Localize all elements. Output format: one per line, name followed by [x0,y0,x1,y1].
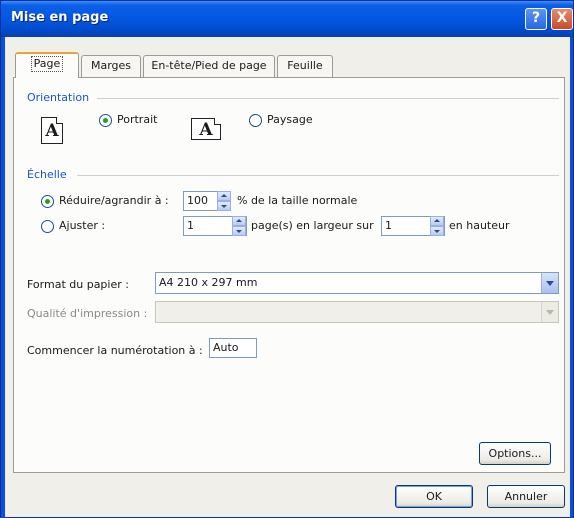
orientation-group-title: Orientation [27,91,90,104]
window-title: Mise en page [11,10,109,25]
first-page-number-input[interactable]: Auto [209,338,257,358]
tab-margins-label: Marges [90,59,132,72]
help-icon[interactable]: ? [525,8,547,30]
title-bar[interactable]: Mise en page ? X [1,1,573,37]
scale-divider [77,175,559,176]
paper-size-dropdown-arrow-icon[interactable] [541,273,558,293]
landscape-label[interactable]: Paysage [267,113,313,126]
tab-page[interactable]: Page [15,52,79,78]
reduce-enlarge-radio[interactable] [41,195,54,208]
paper-size-label: Format du papier : [27,278,129,291]
ok-button[interactable]: OK [395,485,473,508]
portrait-label[interactable]: Portrait [117,113,157,126]
print-quality-select [155,301,559,323]
first-page-number-label: Commencer la numérotation à : [27,344,203,357]
scale-group-title: Échelle [27,168,67,181]
tab-header-footer-label: En-tête/Pied de page [151,59,267,72]
window-frame-left [1,37,5,518]
tab-sheet[interactable]: Feuille [277,55,333,77]
options-button[interactable]: Options... [479,442,551,465]
tab-page-label: Page [30,56,64,72]
fit-to-label[interactable]: Ajuster : [59,219,105,232]
tab-margins[interactable]: Marges [81,55,141,77]
fit-to-radio[interactable] [41,220,54,233]
paper-size-value: A4 210 x 297 mm [159,276,258,289]
portrait-page-icon: A [41,117,63,144]
fit-pages-tall-suffix: en hauteur [449,219,510,232]
reduce-enlarge-label[interactable]: Réduire/agrandir à : [59,194,169,207]
fit-pages-wide-spin-icon[interactable] [232,216,246,236]
cancel-button[interactable]: Annuler [487,485,565,508]
scale-percent-suffix: % de la taille normale [237,194,358,207]
fit-pages-wide-suffix: page(s) en largeur sur [251,219,374,232]
paper-size-select[interactable]: A4 210 x 297 mm [155,272,559,294]
tab-header-footer[interactable]: En-tête/Pied de page [143,55,275,77]
print-quality-label: Qualité d'impression : [27,307,148,320]
portrait-radio[interactable] [99,114,112,127]
landscape-radio[interactable] [249,114,262,127]
fit-pages-tall-spin-icon[interactable] [430,216,444,236]
landscape-page-icon: A [191,118,221,140]
print-quality-dropdown-arrow-icon [541,302,558,322]
scale-percent-spin-icon[interactable] [217,191,231,211]
close-icon[interactable]: X [551,8,573,30]
tab-sheet-label: Feuille [287,59,323,72]
window-frame-right [570,37,573,518]
orientation-divider [97,98,559,99]
page-setup-dialog: Mise en page ? X Page Marges En-tête/Pie… [0,0,574,518]
